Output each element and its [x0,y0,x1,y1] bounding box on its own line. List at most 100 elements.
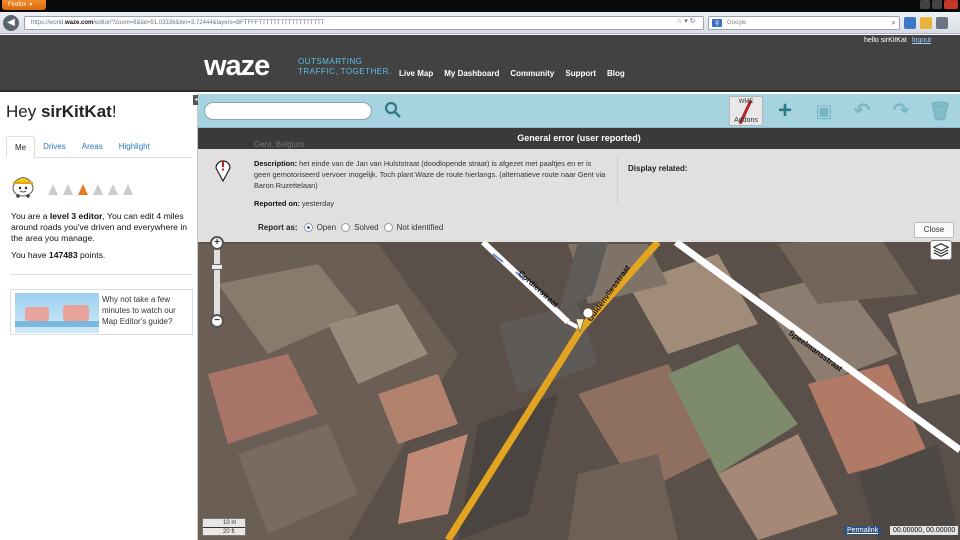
problem-pin-icon[interactable] [582,307,594,319]
url-domain: waze.com [65,20,94,26]
report-as-label: Report as: [258,223,298,232]
addons-label: Addons [734,117,758,124]
trash-icon[interactable]: 🗑 [928,99,952,123]
mouse-coordinates: 00.00000, 00.00000 [890,526,959,535]
home-icon[interactable] [920,17,932,29]
radio-solved-label: Solved [354,223,379,232]
reported-value: yesterday [299,199,335,208]
radio-not-identified[interactable]: Not identified [383,223,444,232]
wme-addons-button[interactable]: WME Addons [729,96,763,126]
username: sirKitKat [40,102,112,121]
save-icon[interactable]: ▣ [812,99,836,123]
editor-level-cones [48,184,133,195]
radio-icon[interactable] [383,223,393,232]
guide-promo-text[interactable]: Why not take a few minutes to watch our … [102,294,190,327]
zoom-out-icon[interactable]: − [210,314,224,328]
google-icon[interactable]: g [712,19,722,27]
radio-icon[interactable] [341,223,351,232]
points-suffix: points. [77,250,106,260]
magnifier-icon[interactable]: ⌕ [892,17,896,29]
divider [617,157,618,205]
search-icon[interactable] [384,101,402,119]
permalink-link[interactable]: Permalink [844,526,882,535]
report-as-row: Report as: Open Solved Not identified [258,223,448,232]
back-arrow-icon[interactable]: ◀ [3,15,19,31]
logout-link[interactable]: logout [912,37,931,44]
level-cone-icon [63,184,73,195]
star-refresh-icons[interactable]: ☆ ▾ ↻ [676,17,696,25]
firefox-menu-button[interactable]: Firefox [2,0,46,10]
map-area[interactable]: Cordierstraat Guldenvliesstraat Speelman… [198,94,960,540]
error-title: General error (user reported) [517,133,641,143]
browser-navbar: ◀ https://world.waze.com/editor/?zoom=8&… [0,12,960,34]
downloads-icon[interactable] [904,17,916,29]
display-related-label: Display related: [628,164,688,173]
divider [198,214,960,215]
problem-marker-icon [215,160,231,182]
radio-open[interactable]: Open [303,223,337,232]
waze-header: hello sirKitKat logout waze OUTSMARTING … [0,35,960,92]
layers-icon[interactable] [930,240,952,260]
nav-support[interactable]: Support [565,69,596,78]
nav-my-dashboard[interactable]: My Dashboard [444,69,499,78]
tab-me[interactable]: Me [6,136,36,158]
radio-not-identified-label: Not identified [396,223,444,232]
radio-solved[interactable]: Solved [341,223,379,232]
tab-drives[interactable]: Drives [35,136,74,158]
wazer-avatar-icon [12,177,34,198]
extensions-icon[interactable] [936,17,948,29]
description-text: het einde van de Jan van Hulststraat (do… [254,159,606,190]
browser-titlebar: Firefox [0,0,960,12]
wme-label: WME [738,99,754,105]
tab-highlight[interactable]: Highlight [111,136,158,158]
level-cone-icon [108,184,118,195]
error-panel: Description: het einde van de Jan van Hu… [198,149,960,242]
waze-logo[interactable]: waze [204,50,270,83]
zoom-in-icon[interactable]: + [210,236,224,250]
sidebar-tabs: Me Drives Areas Highlight [6,136,192,158]
nav-blog[interactable]: Blog [607,69,625,78]
reported-on: Reported on: yesterday [254,199,334,208]
radio-selected-icon[interactable] [303,223,313,232]
search-placeholder: Google [727,20,747,26]
error-location: Gent, Belgium [254,140,305,149]
main-nav: Live Map My Dashboard Community Support … [399,69,625,78]
zoom-slider-handle[interactable] [211,264,223,270]
browser-search-input[interactable]: g Google ⌕ [708,16,900,30]
level-cone-icon [93,184,103,195]
tab-areas[interactable]: Areas [74,136,111,158]
close-window-icon[interactable] [944,0,958,9]
map-toolbar: WME Addons + ▣ ↶ ↷ 🗑 [198,94,960,128]
map-search-input[interactable] [204,102,372,120]
scale-metric: 10 m [203,519,245,528]
editor-guide-promo[interactable]: Why not take a few minutes to watch our … [10,289,193,335]
editor-level: level 3 editor [49,211,103,221]
radio-open-label: Open [316,223,337,232]
minimize-icon[interactable] [920,0,930,9]
add-icon[interactable]: + [773,99,797,123]
level-cone-active-icon [78,184,88,195]
undo-icon[interactable]: ↶ [850,99,874,123]
nav-live-map[interactable]: Live Map [399,69,433,78]
redo-icon[interactable]: ↷ [889,99,913,123]
guide-video-thumbnail[interactable] [15,293,99,333]
zoom-control: + − [210,236,224,330]
url-prefix: https://world. [31,20,66,26]
zoom-slider-track[interactable] [214,246,220,318]
page-title: Hey sirKitKat! [6,102,117,122]
tagline-line-2: TRAFFIC, TOGETHER. [298,67,392,76]
close-button[interactable]: Close [914,222,954,238]
level-cone-icon [123,184,133,195]
nav-community[interactable]: Community [510,69,554,78]
window-controls [920,0,958,9]
level-text-1: You are a [11,211,50,221]
points-value: 147483 [48,250,78,260]
editor-level-text: You are a level 3 editor, You can edit 4… [11,211,191,244]
maximize-icon[interactable] [932,0,942,9]
tagline-line-1: OUTSMARTING [298,57,363,66]
user-greeting: hello sirKitKat [864,37,907,44]
level-cone-icon [48,184,58,195]
divider [10,274,192,275]
address-bar[interactable]: https://world.waze.com/editor/?zoom=8&la… [24,16,704,30]
error-panel-header: General error (user reported) Gent, Belg… [198,128,960,149]
